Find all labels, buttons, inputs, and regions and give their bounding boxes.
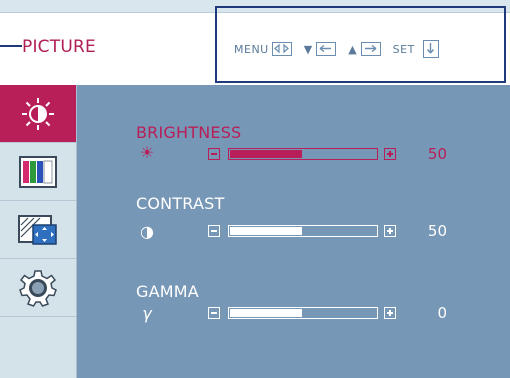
brightness-sun-icon xyxy=(22,97,54,130)
left-arrow-icon xyxy=(316,42,337,56)
color-bars-icon xyxy=(19,155,57,188)
down-triangle-glyph: ▼ xyxy=(303,42,313,56)
down-arrow-icon xyxy=(422,40,439,58)
brightness-minus-button[interactable] xyxy=(208,148,220,160)
tab-picture[interactable] xyxy=(0,85,76,143)
gamma-slider[interactable] xyxy=(228,307,378,319)
tab-settings[interactable] xyxy=(0,259,76,317)
tab-color[interactable] xyxy=(0,143,76,201)
gamma-icon: γ xyxy=(142,304,152,323)
gamma-slider-fill xyxy=(230,309,302,317)
menu-label: MENU xyxy=(234,42,269,56)
gamma-label: GAMMA xyxy=(136,282,199,301)
tab-display[interactable] xyxy=(0,201,76,259)
contrast-slider-fill xyxy=(230,227,302,235)
contrast-plus-button[interactable] xyxy=(384,225,396,237)
up-triangle-glyph: ▲ xyxy=(348,42,357,56)
control-hints: MENU ▼ ▲ SET xyxy=(234,40,451,58)
contrast-label: CONTRAST xyxy=(136,194,225,213)
menu-control[interactable]: MENU xyxy=(234,42,292,56)
gamma-minus-button[interactable] xyxy=(208,307,220,319)
up-control[interactable]: ▲ xyxy=(348,42,381,56)
brightness-icon: ☀ xyxy=(139,143,155,162)
gamma-plus-button[interactable] xyxy=(384,307,396,319)
callout-line-top xyxy=(0,45,22,47)
down-control[interactable]: ▼ xyxy=(303,42,337,56)
page-title: PICTURE xyxy=(22,37,96,57)
contrast-value: 50 xyxy=(427,222,447,240)
brightness-slider-fill xyxy=(230,150,302,158)
gear-icon xyxy=(19,269,57,307)
monitor-osd: PICTURE MENU ▼ ▲ SET BRIGHTNESS ☀ 50 CON… xyxy=(0,0,510,378)
contrast-minus-button[interactable] xyxy=(208,225,220,237)
menu-tab-column xyxy=(0,85,77,378)
brightness-plus-button[interactable] xyxy=(384,148,396,160)
brightness-slider[interactable] xyxy=(228,148,378,160)
gamma-value: 0 xyxy=(437,304,447,322)
set-label: SET xyxy=(392,42,415,56)
enter-exit-icon xyxy=(271,42,292,56)
contrast-icon: ◑ xyxy=(140,222,154,241)
display-position-icon xyxy=(18,214,57,245)
contrast-slider[interactable] xyxy=(228,225,378,237)
settings-panel: BRIGHTNESS ☀ 50 CONTRAST ◑ 50 GAMMA γ 0 xyxy=(77,85,510,378)
set-control[interactable]: SET xyxy=(393,40,439,58)
brightness-label: BRIGHTNESS xyxy=(136,123,242,142)
right-arrow-icon xyxy=(360,42,381,56)
brightness-value: 50 xyxy=(427,145,447,163)
